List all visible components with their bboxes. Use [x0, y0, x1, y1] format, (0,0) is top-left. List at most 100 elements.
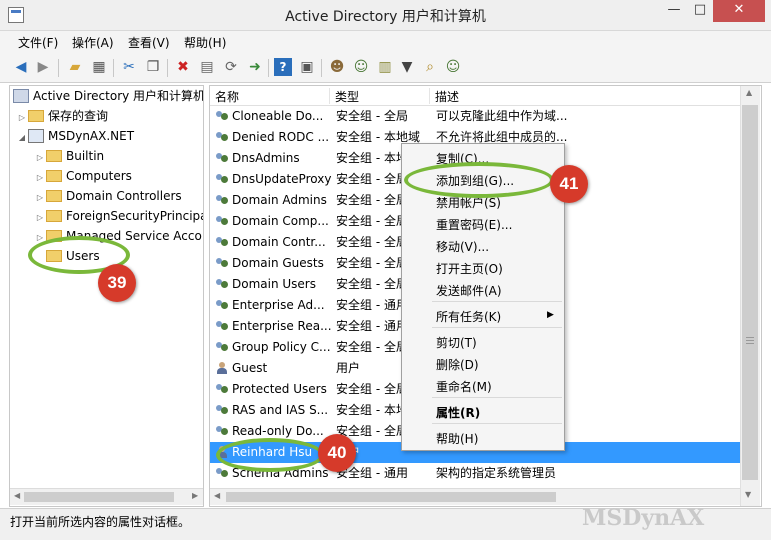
table-row[interactable]: Cloneable Do... 安全组 - 全局 可以克隆此组中作为域...: [210, 106, 741, 127]
folder-icon: [46, 189, 62, 202]
menu-item-move[interactable]: 移动(V)...: [436, 238, 489, 255]
menu-item-delete[interactable]: 删除(D): [436, 356, 479, 373]
back-arrow-icon[interactable]: ◀: [12, 58, 30, 76]
cell-name: Domain Admins: [232, 193, 327, 207]
menu-item-all-tasks[interactable]: 所有任务(K): [436, 308, 501, 325]
group-icon: [215, 193, 229, 207]
expand-icon[interactable]: ▷: [16, 108, 28, 128]
new-ou-icon[interactable]: ▥: [376, 58, 394, 76]
refresh-icon[interactable]: ⟳: [222, 58, 240, 76]
scroll-thumb[interactable]: [24, 492, 174, 502]
close-button[interactable]: ✕: [713, 0, 765, 22]
cell-name: Domain Guests: [232, 256, 324, 270]
expand-icon[interactable]: ▷: [34, 148, 46, 168]
show-tree-icon[interactable]: ▦: [90, 58, 108, 76]
menu-help[interactable]: 帮助(H): [184, 34, 226, 51]
list-header: 名称 类型 描述: [210, 86, 741, 106]
title-bar: Active Directory 用户和计算机 — □ ✕: [0, 0, 771, 31]
toolbar-separator: [321, 59, 322, 77]
menu-item-reset-password[interactable]: 重置密码(E)...: [436, 216, 512, 233]
help-icon[interactable]: ?: [274, 58, 292, 76]
expand-icon[interactable]: ▷: [34, 208, 46, 228]
list-horizontal-scrollbar[interactable]: ◀: [210, 488, 740, 505]
folder-icon: [46, 209, 62, 222]
menu-item-send-mail[interactable]: 发送邮件(A): [436, 282, 502, 299]
column-header-name[interactable]: 名称: [210, 88, 330, 104]
tree-label: MSDynAX.NET: [48, 129, 135, 143]
column-header-description[interactable]: 描述: [430, 88, 741, 104]
watermark: MSDynAX: [582, 505, 705, 531]
add-to-group-icon[interactable]: ☺: [444, 58, 462, 76]
menu-item-help[interactable]: 帮助(H): [436, 430, 478, 447]
cell-name: DnsUpdateProxy: [232, 172, 332, 186]
group-icon: [215, 424, 229, 438]
tree-item-domain[interactable]: ◢ MSDynAX.NET: [10, 126, 203, 146]
group-icon: [215, 214, 229, 228]
highlight-ring-user: [216, 438, 324, 472]
status-text: 打开当前所选内容的属性对话框。: [10, 515, 191, 529]
tree-root[interactable]: Active Directory 用户和计算机: [10, 86, 203, 106]
group-icon: [215, 235, 229, 249]
menu-action[interactable]: 操作(A): [72, 34, 114, 51]
tree-item-computers[interactable]: ▷ Computers: [10, 166, 203, 186]
tree-label: Builtin: [66, 149, 105, 163]
column-header-type[interactable]: 类型: [330, 88, 430, 104]
scroll-down-icon[interactable]: ▼: [745, 490, 751, 499]
scroll-up-icon[interactable]: ▲: [746, 88, 752, 97]
cell-type: 安全组 - 全局: [336, 109, 408, 123]
new-user-icon[interactable]: ☻: [328, 58, 346, 76]
scroll-left-icon[interactable]: ◀: [214, 491, 220, 500]
group-icon: [215, 403, 229, 417]
find-icon[interactable]: ⌕: [421, 58, 439, 76]
menu-bar: 文件(F) 操作(A) 查看(V) 帮助(H): [0, 31, 771, 53]
toolbar: ◀ ▶ ▰ ▦ ✂ ❐ ✖ ▤ ⟳ ➜ ? ▣ ☻ ☺ ▥ ▼ ⌕ ☺: [0, 53, 771, 83]
expand-icon[interactable]: ▷: [34, 168, 46, 188]
cell-name: Guest: [232, 361, 268, 375]
export-icon[interactable]: ➜: [246, 58, 264, 76]
cell-description: 架构的指定系统管理员: [436, 466, 557, 480]
filter-icon[interactable]: ▼: [398, 58, 416, 76]
highlight-ring-add-to-group: [404, 162, 554, 198]
expand-icon[interactable]: ▷: [34, 188, 46, 208]
minimize-button[interactable]: —: [661, 0, 687, 22]
step-badge-39: 39: [98, 264, 136, 302]
menu-item-properties[interactable]: 属性(R): [436, 404, 480, 421]
directory-icon: [13, 88, 29, 103]
vertical-scroll-thumb[interactable]: [742, 105, 758, 480]
new-group-icon[interactable]: ☺: [352, 58, 370, 76]
group-icon: [215, 319, 229, 333]
thumb-grip: [746, 340, 754, 341]
collapse-icon[interactable]: ◢: [16, 128, 28, 148]
delete-icon[interactable]: ✖: [174, 58, 192, 76]
tree-item-saved-queries[interactable]: ▷ 保存的查询: [10, 106, 203, 126]
console-icon[interactable]: ▣: [298, 58, 316, 76]
tree-label: ForeignSecurityPrincipa: [66, 209, 204, 223]
up-folder-icon[interactable]: ▰: [66, 58, 84, 76]
tree-item-builtin[interactable]: ▷ Builtin: [10, 146, 203, 166]
forward-arrow-icon[interactable]: ▶: [34, 58, 52, 76]
tree-root-label: Active Directory 用户和计算机: [33, 89, 204, 103]
scroll-thumb[interactable]: [226, 492, 556, 502]
maximize-button[interactable]: □: [687, 0, 713, 22]
group-icon: [215, 340, 229, 354]
copy-icon[interactable]: ❐: [144, 58, 162, 76]
menu-item-cut[interactable]: 剪切(T): [436, 334, 477, 351]
step-badge-41: 41: [550, 165, 588, 203]
cell-name: Denied RODC ...: [232, 130, 330, 144]
menu-file[interactable]: 文件(F): [18, 34, 58, 51]
menu-item-open-home-page[interactable]: 打开主页(O): [436, 260, 503, 277]
properties-icon[interactable]: ▤: [198, 58, 216, 76]
menu-view[interactable]: 查看(V): [128, 34, 170, 51]
tree-horizontal-scrollbar[interactable]: ◀ ▶: [10, 488, 203, 505]
scroll-right-icon[interactable]: ▶: [192, 491, 198, 500]
menu-separator: [432, 301, 562, 302]
folder-icon: [28, 109, 44, 122]
cut-icon[interactable]: ✂: [120, 58, 138, 76]
menu-item-rename[interactable]: 重命名(M): [436, 378, 492, 395]
cell-name: Domain Contr...: [232, 235, 326, 249]
tree-item-domain-controllers[interactable]: ▷ Domain Controllers: [10, 186, 203, 206]
scroll-left-icon[interactable]: ◀: [14, 491, 20, 500]
group-icon: [215, 298, 229, 312]
tree-item-foreign-security[interactable]: ▷ ForeignSecurityPrincipa: [10, 206, 203, 226]
toolbar-separator: [268, 59, 269, 77]
